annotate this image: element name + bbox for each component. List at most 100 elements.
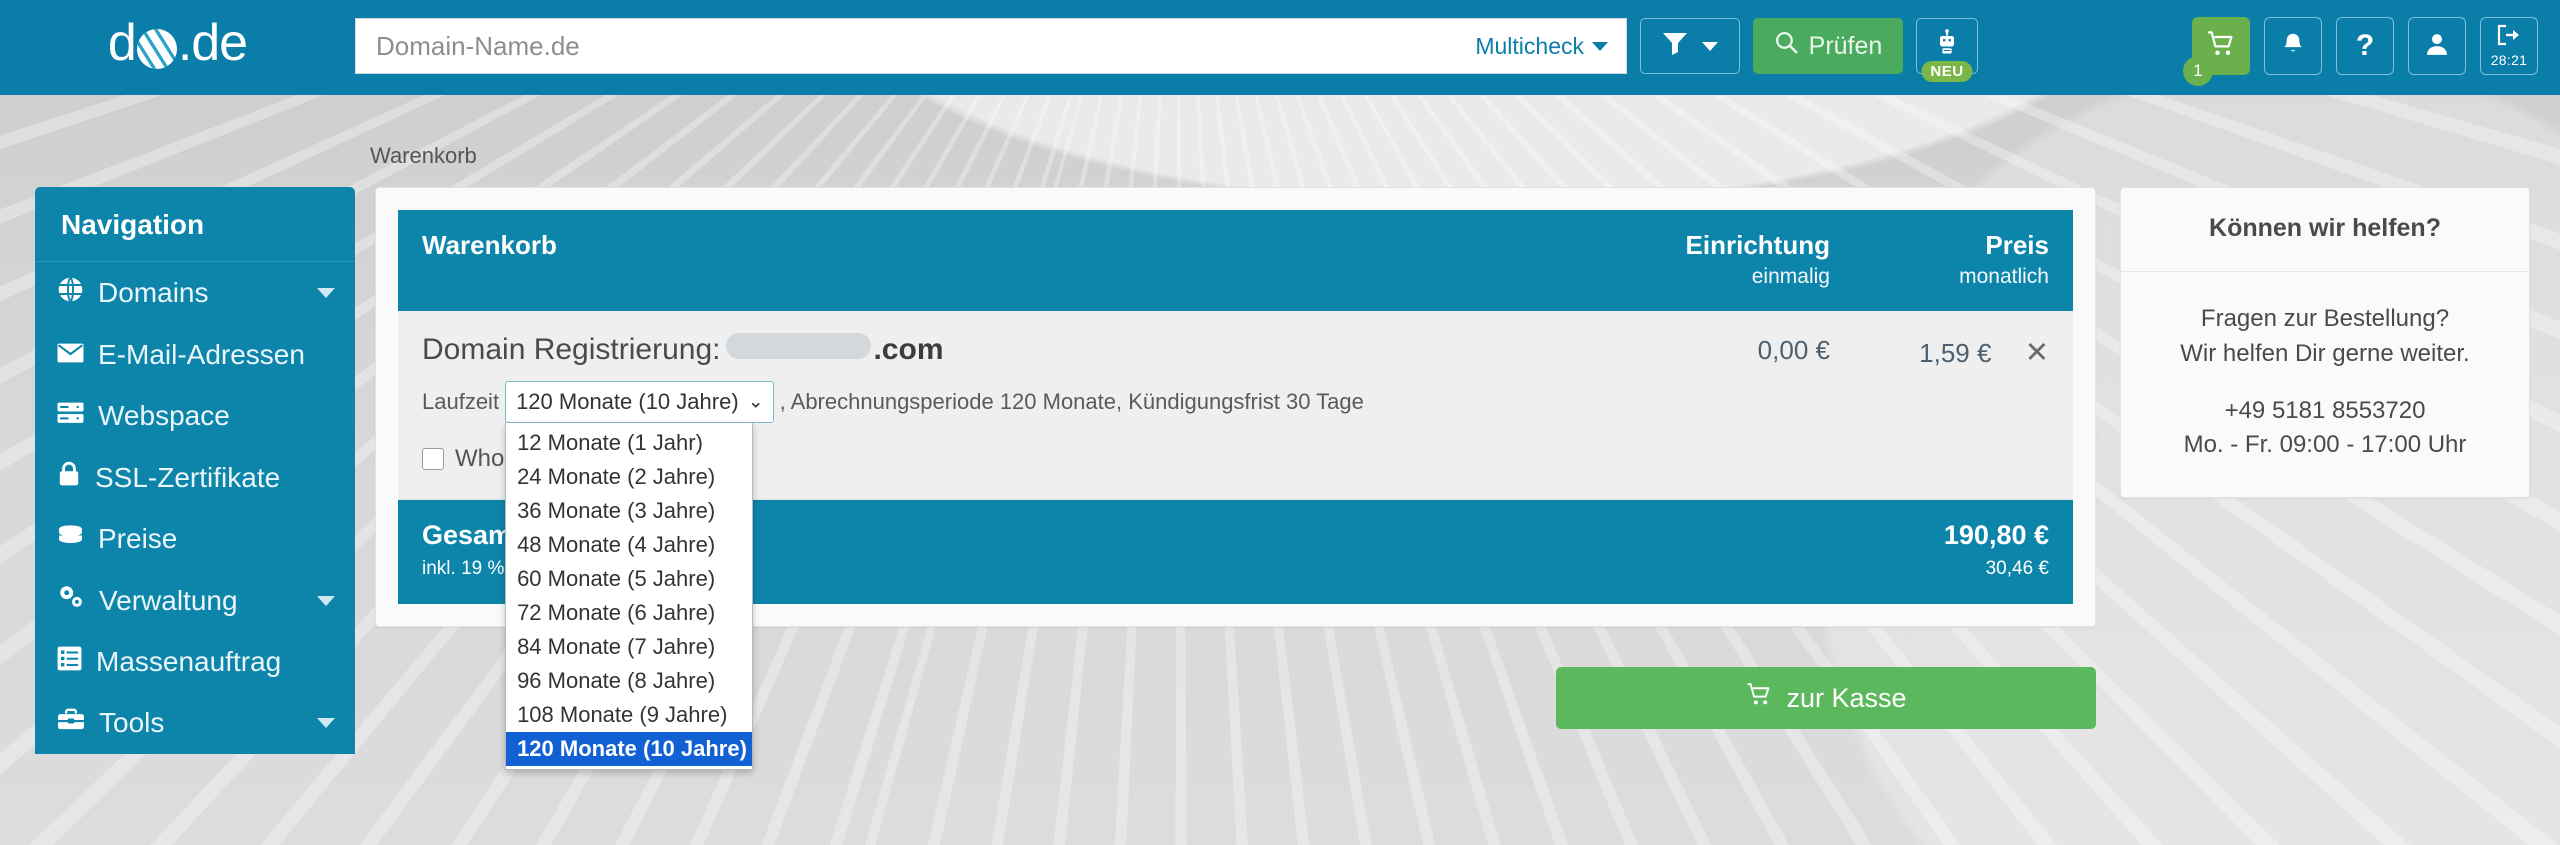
cart-icon [2206, 30, 2236, 63]
list-icon [57, 646, 82, 678]
cart-header-row: Warenkorb Einrichtung einmalig Preis mon… [398, 210, 2073, 311]
help-card-title: Können wir helfen? [2121, 188, 2529, 272]
sidebar-item-administration[interactable]: Verwaltung [35, 570, 355, 632]
sidebar-item-bulk-order[interactable]: Massenauftrag [35, 632, 355, 693]
cart-item-term-line: Laufzeit 120 Monate (10 Jahre) ⌄ 12 Mona… [422, 381, 1593, 770]
page-body: Navigation Domains E-Mail-Adressen Websp… [0, 187, 2560, 770]
sidebar-item-tools[interactable]: Tools [35, 693, 355, 754]
sidebar-item-label: Tools [99, 707, 165, 738]
term-option-list: 12 Monate (1 Jahr) 24 Monate (2 Jahre) 3… [506, 426, 753, 766]
remove-item-button[interactable]: ✕ [2025, 337, 2049, 369]
sidebar-item-label: Preise [98, 523, 178, 554]
breadcrumb: Warenkorb [370, 143, 477, 168]
table-row: Domain Registrierung: .com Laufzeit 120 … [398, 311, 2073, 770]
cart-item-name: Domain Registrierung: .com [422, 333, 1593, 367]
sidebar-item-label: Webspace [98, 400, 230, 431]
help-button[interactable]: ? [2336, 17, 2394, 75]
help-phone[interactable]: +49 5181 8553720 [2141, 394, 2509, 429]
cart-badge: 1 [2183, 56, 2213, 86]
logout-button[interactable]: 28:21 [2480, 17, 2538, 75]
term-select-options[interactable]: 12 Monate (1 Jahr) 24 Monate (2 Jahre) 3… [505, 423, 754, 770]
search-input[interactable] [374, 19, 1462, 73]
whois-checkbox[interactable] [422, 448, 444, 470]
list-item[interactable]: 12 Monate (1 Jahr) [506, 426, 752, 460]
list-item[interactable]: 96 Monate (8 Jahre) [506, 664, 752, 698]
navigation-card: Navigation Domains E-Mail-Adressen Websp… [35, 187, 355, 754]
bell-icon [2280, 30, 2306, 63]
cart-item-monthly-price: 1,59 € [1919, 338, 1992, 368]
term-select-value: 120 Monate (10 Jahre) [516, 389, 739, 414]
ai-assistant-button[interactable]: NEU [1916, 18, 1978, 82]
chevron-down-icon [317, 288, 335, 298]
help-card: Können wir helfen? Fragen zur Bestellung… [2120, 187, 2530, 499]
column-header-price: Preis monatlich [1853, 210, 2073, 311]
sidebar-item-domains[interactable]: Domains [35, 262, 355, 325]
lock-icon [57, 461, 81, 494]
robot-icon [1933, 28, 1961, 64]
cart-total-empty-cell [1617, 499, 1854, 604]
multicheck-label: Multicheck [1475, 32, 1584, 59]
column-header-setup: Einrichtung einmalig [1617, 210, 1854, 311]
funnel-icon [1662, 31, 1688, 62]
list-item[interactable]: 72 Monate (6 Jahre) [506, 596, 752, 630]
sidebar: Navigation Domains E-Mail-Adressen Websp… [35, 187, 355, 754]
term-label: Laufzeit [422, 389, 500, 414]
gears-icon [57, 584, 85, 617]
brand-logo[interactable]: d .de [0, 17, 355, 75]
check-button[interactable]: Prüfen [1753, 18, 1903, 74]
cart-table-body: Domain Registrierung: .com Laufzeit 120 … [398, 311, 2073, 770]
list-item[interactable]: 108 Monate (9 Jahre) [506, 698, 752, 732]
checkout-button[interactable]: zur Kasse [1556, 667, 2096, 729]
cart-item-prefix: Domain Registrierung: [422, 333, 721, 366]
logout-icon [2495, 24, 2523, 51]
list-item[interactable]: 60 Monate (5 Jahre) [506, 562, 752, 596]
check-button-label: Prüfen [1808, 31, 1883, 60]
list-item-selected[interactable]: 120 Monate (10 Jahre) [506, 732, 753, 766]
term-suffix: , Abrechnungsperiode 120 Monate, Kündigu… [779, 389, 1364, 414]
sidebar-item-label: Verwaltung [99, 584, 238, 616]
list-item[interactable]: 36 Monate (3 Jahre) [506, 494, 752, 528]
help-card-body: Fragen zur Bestellung? Wir helfen Dir ge… [2121, 272, 2529, 497]
session-timer: 28:21 [2490, 52, 2528, 68]
user-icon [2424, 30, 2450, 63]
domain-search-box[interactable]: Multicheck [355, 18, 1627, 74]
cart-total-amount-sub: 30,46 € [1985, 558, 2049, 579]
sidebar-item-label: SSL-Zertifikate [95, 461, 281, 493]
term-select[interactable]: 120 Monate (10 Jahre) ⌄ [505, 381, 774, 423]
neu-badge: NEU [1921, 61, 1973, 82]
sidebar-item-ssl-certificates[interactable]: SSL-Zertifikate [35, 447, 355, 509]
globe-icon [136, 29, 177, 69]
cart-total-amount: 190,80 € [1943, 520, 2049, 550]
coins-icon [57, 523, 84, 555]
cart-item-price-cell: 1,59 € ✕ [1853, 311, 2073, 500]
cart-table-head: Warenkorb Einrichtung einmalig Preis mon… [398, 210, 2073, 311]
sidebar-item-prices[interactable]: Preise [35, 509, 355, 570]
filter-button[interactable] [1640, 18, 1740, 74]
redacted-domain [726, 333, 872, 359]
chevron-down-icon: ⌄ [747, 391, 764, 413]
column-header-setup-sub: einmalig [1751, 265, 1830, 288]
chevron-down-icon [317, 595, 335, 606]
list-item[interactable]: 48 Monate (4 Jahre) [506, 528, 752, 562]
list-item[interactable]: 24 Monate (2 Jahre) [506, 460, 752, 494]
help-hours: Mo. - Fr. 09:00 - 17:00 Uhr [2183, 431, 2467, 459]
notifications-button[interactable] [2264, 17, 2322, 75]
account-button[interactable] [2408, 17, 2466, 75]
chevron-down-icon [1592, 41, 1608, 51]
help-spacer [2141, 372, 2509, 394]
toolbox-icon [57, 707, 85, 739]
cart-icon [1745, 682, 1773, 714]
sidebar-item-webspace[interactable]: Webspace [35, 386, 355, 447]
header-icon-bar: 1 ? 28:21 [2183, 17, 2538, 86]
main-content: Warenkorb Einrichtung einmalig Preis mon… [355, 187, 2120, 770]
sidebar-item-email-addresses[interactable]: E-Mail-Adressen [35, 325, 355, 386]
checkout-button-label: zur Kasse [1786, 682, 1907, 713]
column-header-name: Warenkorb [398, 210, 1617, 311]
cart-button[interactable]: 1 [2183, 17, 2250, 86]
multicheck-dropdown[interactable]: Multicheck [1461, 33, 1608, 60]
cart-item-setup-price: 0,00 € [1617, 311, 1854, 500]
list-item[interactable]: 84 Monate (7 Jahre) [506, 630, 752, 664]
brand-text-before: d [107, 14, 137, 72]
cart-item-details: Domain Registrierung: .com Laufzeit 120 … [398, 311, 1617, 770]
chevron-down-icon [1702, 41, 1718, 51]
